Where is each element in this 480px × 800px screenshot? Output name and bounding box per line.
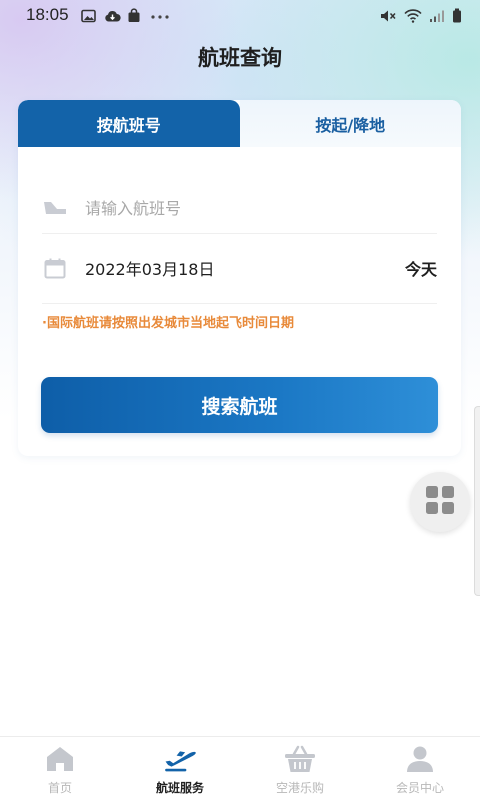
date-relative-label: 今天 [404, 260, 437, 279]
signal-icon [429, 8, 445, 22]
tab-by-flight-number[interactable]: 按航班号 [18, 100, 240, 147]
nav-label-home: 首页 [47, 781, 72, 795]
nav-item-flight-service[interactable]: 航班服务 [120, 737, 240, 800]
date-row[interactable]: 2022年03月18日 今天 [42, 240, 437, 296]
grid-icon [425, 485, 455, 519]
tab-by-departure-arrival[interactable]: 按起/降地 [239, 100, 461, 147]
wifi-icon [404, 8, 422, 23]
international-flight-notice: ·国际航班请按照出发城市当地起飞时间日期 [42, 316, 294, 331]
mute-icon [380, 8, 397, 22]
calendar-icon [42, 257, 68, 279]
status-time: 18:05 [26, 5, 69, 24]
nav-item-home[interactable]: 首页 [0, 737, 120, 800]
nav-label-member-center: 会员中心 [395, 781, 444, 795]
cloud-download-icon [104, 8, 121, 22]
flight-number-row [42, 180, 437, 236]
nav-item-member-center[interactable]: 会员中心 [360, 737, 480, 800]
more-dots-icon [150, 8, 170, 22]
search-mode-tabs: 按航班号 按起/降地 [18, 100, 461, 147]
home-icon [43, 743, 77, 775]
search-flight-button[interactable]: 搜索航班 [41, 377, 438, 433]
airplane-icon [163, 743, 197, 775]
basket-icon [283, 743, 317, 775]
flight-search-card: 按航班号 按起/降地 2022年03月18日 今天 ·国际航班请按照出发城市当地… [18, 100, 461, 456]
nav-label-airport-shopping: 空港乐购 [275, 781, 324, 795]
status-bar: 18:05 [0, 0, 480, 30]
shopping-bag-icon [127, 8, 142, 22]
status-icons-left [80, 8, 170, 23]
status-icons-right [380, 8, 462, 23]
side-edge-handle[interactable] [474, 406, 480, 596]
page-title: 航班查询 [198, 46, 282, 70]
floating-menu-button[interactable] [410, 472, 470, 532]
divider [42, 303, 437, 304]
flight-number-input[interactable] [85, 198, 405, 218]
divider [42, 233, 437, 234]
nav-label-flight-service: 航班服务 [155, 781, 204, 795]
gallery-icon [80, 8, 96, 23]
selected-date[interactable]: 2022年03月18日 [85, 256, 214, 280]
battery-icon [452, 8, 462, 23]
nav-item-airport-shopping[interactable]: 空港乐购 [240, 737, 360, 800]
airplane-tail-icon [42, 197, 68, 219]
bottom-navigation: 首页 航班服务 空港乐购 会员中心 [0, 736, 480, 800]
user-icon [403, 743, 437, 775]
